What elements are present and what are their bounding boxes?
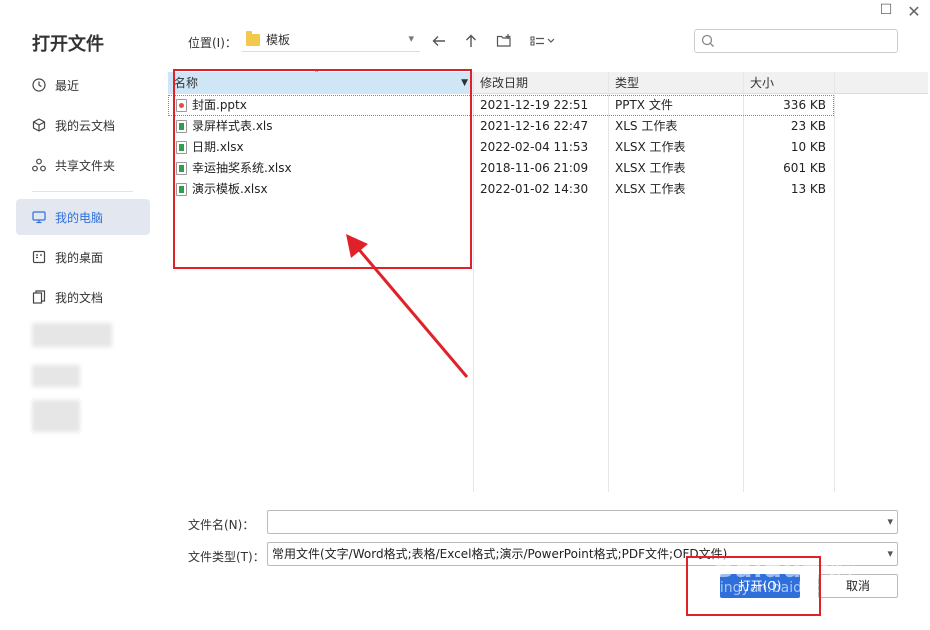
annotation-arrow bbox=[346, 234, 469, 378]
